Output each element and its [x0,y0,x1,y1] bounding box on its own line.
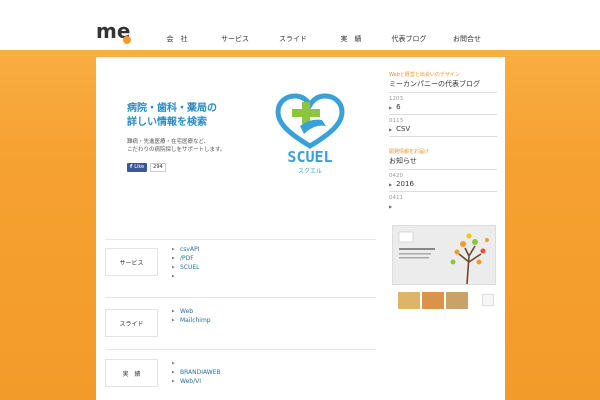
sidebar: Webと経営と出会いのデザイン ミーカンパニーの代表ブログ 1203 ▶ 6 01… [389,71,497,211]
hero-text: 病院・歯科・薬局の 詳しい情報を検索 難病・先進医療・在宅医療など、 こだわりの… [127,102,225,172]
news-subtitle: 開発情報をお届け [389,149,430,155]
nav-company[interactable]: 会 社 [148,34,206,48]
nav-contact[interactable]: お問合せ [438,34,496,48]
arrow-icon: ▶ [389,105,393,110]
works-link-brandiaweb[interactable]: ▶ BRANDIAWEB [172,368,221,377]
news-entry[interactable]: ▶ 2016 [389,180,497,189]
arrow-icon: ▶ [389,127,393,132]
photo-thumbnail[interactable] [398,292,420,309]
hero-description: 難病・先進医療・在宅医療など、 こだわりの病院探しをサポートします。 [127,138,225,154]
me-logo-icon[interactable]: me [96,18,132,46]
scuel-name: SCUEL [287,148,332,166]
hero-desc-line1: 難病・先進医療・在宅医療など、 [127,139,210,145]
works-link-webvi[interactable]: ▶ Web/VI [172,377,221,386]
slide-link-web[interactable]: ▶ Web [172,307,211,316]
slide-link-mailchimp[interactable]: ▶ Mailchimp [172,316,211,325]
arrow-icon: ▶ [389,182,393,187]
arrow-icon: ▶ [172,309,175,313]
blog-entry[interactable]: ▶ CSV [389,125,497,134]
nav-service[interactable]: サービス [206,34,264,48]
news-entry[interactable]: ▶ [389,202,497,211]
photo-thumbnail[interactable] [446,292,468,309]
sidebar-rule [389,92,497,93]
section-slide-button[interactable]: スライド [105,309,158,337]
section-divider [105,297,376,298]
section-slide-label: スライド [119,320,144,328]
works-link-extra[interactable]: ▶ [172,359,221,368]
sidebar-rule [389,136,497,137]
photo-strip [398,292,470,309]
blog-entry[interactable]: ▶ 6 [389,103,497,112]
facebook-thumb-icon: f [130,164,133,170]
arrow-icon: ▶ [172,247,175,251]
arrow-icon: ▶ [172,361,175,365]
arrow-icon: ▶ [172,265,175,269]
sidebar-rule [389,169,497,170]
hero-title-line2: 詳しい情報を検索 [127,117,207,128]
header: me 会 社 サービス スライド 実 績 代表ブログ お問合せ [0,0,600,50]
slide-links: ▶ Web ▶ Mailchimp [172,307,211,325]
sidebar-rule [389,191,497,192]
service-links: ▶ csvAPI ▶/PDF ▶ SCUEL ▶ [172,245,200,281]
service-link-pdf[interactable]: ▶/PDF [172,254,200,263]
news-title[interactable]: お知らせ [389,156,497,166]
facebook-like-button[interactable]: f Like [127,163,148,172]
photo-thumbnail[interactable] [422,292,444,309]
works-links: ▶ ▶ BRANDIAWEB ▶ Web/VI [172,359,221,386]
arrow-icon: ▶ [172,318,175,322]
arrow-icon: ▶ [172,256,175,260]
like-label: Like [134,164,145,170]
tree-illustration-icon [393,226,495,284]
scuel-kana: スクエル [298,168,322,175]
nav-ceo-blog[interactable]: 代表ブログ [380,34,438,48]
like-count: 294 [150,163,166,172]
section-service-button[interactable]: サービス [105,248,158,276]
service-link-csvapi[interactable]: ▶ csvAPI [172,245,200,254]
service-link-extra[interactable]: ▶ [172,272,200,281]
arrow-icon: ▶ [389,204,393,209]
news-entry-date: 0420 [389,173,403,179]
blog-title[interactable]: ミーカンパニーの代表ブログ [389,79,497,89]
section-divider [105,239,376,240]
sidebar-banner[interactable] [392,225,496,285]
section-service-label: サービス [119,259,144,267]
section-works-button[interactable]: 実 績 [105,359,158,387]
service-link-scuel[interactable]: ▶ SCUEL [172,263,200,272]
news-entry-date: 0411 [389,195,403,201]
nav-works[interactable]: 実 績 [322,34,380,48]
sidebar-rule [389,114,497,115]
nav-slide[interactable]: スライド [264,34,322,48]
arrow-icon: ▶ [172,274,175,278]
scuel-logo-icon[interactable]: SCUEL スクエル [270,90,350,175]
section-works-label: 実 績 [122,370,141,378]
facebook-like-box: f Like 294 [127,163,225,172]
arrow-icon: ▶ [172,379,175,383]
arrow-icon: ▶ [172,370,175,374]
main-nav: 会 社 サービス スライド 実 績 代表ブログ お問合せ [148,34,496,48]
blog-entry-date: 1203 [389,96,403,102]
hero-desc-line2: こだわりの病院探しをサポートします。 [127,147,226,153]
hero-title-line1: 病院・歯科・薬局の [127,103,217,114]
blog-entry-date: 0113 [389,118,403,124]
banner-next-button[interactable] [482,294,494,306]
section-divider [105,349,376,350]
blog-subtitle: Webと経営と出会いのデザイン [389,72,460,78]
